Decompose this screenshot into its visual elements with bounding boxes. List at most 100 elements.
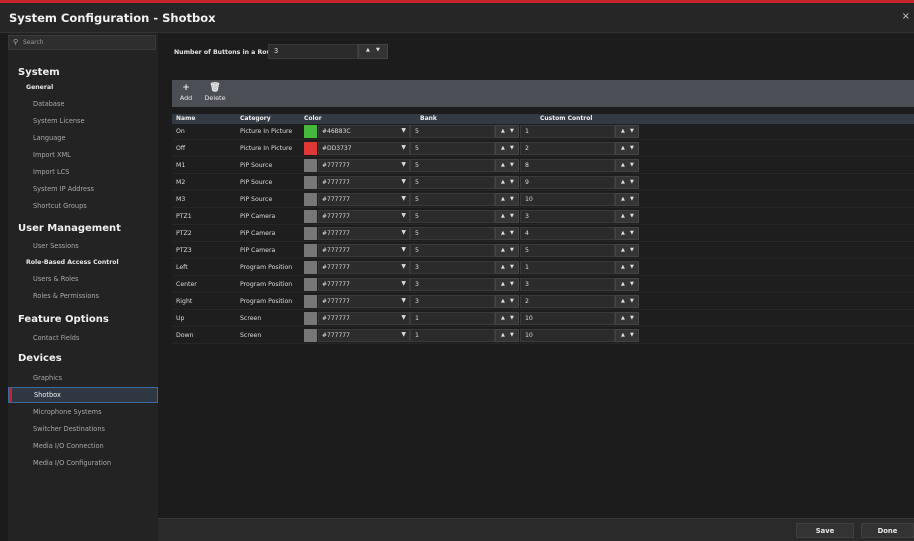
custom-control-input[interactable]: 10 — [520, 312, 615, 325]
custom-control-input[interactable]: 3 — [520, 210, 615, 223]
bank-input[interactable]: 1 — [410, 312, 495, 325]
arrow-down-icon[interactable]: ▼ — [510, 230, 514, 236]
custom-control-stepper[interactable]: ▲ ▼ — [615, 244, 639, 257]
bank-input[interactable]: 5 — [410, 176, 495, 189]
col-name[interactable]: Name — [176, 115, 195, 122]
custom-control-input[interactable]: 8 — [520, 159, 615, 172]
sidebar-item-contact-fields[interactable]: Contact Fields — [8, 330, 158, 346]
arrow-up-icon[interactable]: ▲ — [501, 128, 505, 134]
arrow-up-icon[interactable]: ▲ — [621, 230, 625, 236]
arrow-up-icon[interactable]: ▲ — [621, 315, 625, 321]
sidebar-item-import-lcs[interactable]: Import LCS — [8, 164, 158, 180]
custom-control-input[interactable]: 2 — [520, 295, 615, 308]
custom-control-stepper[interactable]: ▲ ▼ — [615, 227, 639, 240]
arrow-up-icon[interactable]: ▲ — [501, 162, 505, 168]
arrow-up-icon[interactable]: ▲ — [621, 247, 625, 253]
arrow-down-icon[interactable]: ▼ — [510, 213, 514, 219]
bank-input[interactable]: 5 — [410, 159, 495, 172]
bank-input[interactable]: 5 — [410, 125, 495, 138]
sidebar-item-shortcut-groups[interactable]: Shortcut Groups — [8, 198, 158, 214]
arrow-up-icon[interactable]: ▲ — [621, 213, 625, 219]
arrow-up-icon[interactable]: ▲ — [501, 332, 505, 338]
bank-stepper[interactable]: ▲ ▼ — [495, 210, 519, 223]
custom-control-stepper[interactable]: ▲ ▼ — [615, 329, 639, 342]
color-dropdown[interactable]: #777777 ▼ — [318, 329, 410, 342]
custom-control-input[interactable]: 10 — [520, 193, 615, 206]
bank-input[interactable]: 3 — [410, 261, 495, 274]
arrow-up-icon[interactable]: ▲ — [501, 230, 505, 236]
col-category[interactable]: Category — [240, 115, 271, 122]
custom-control-stepper[interactable]: ▲ ▼ — [615, 278, 639, 291]
col-custom-control[interactable]: Custom Control — [540, 115, 592, 122]
arrow-up-icon[interactable]: ▲ — [501, 315, 505, 321]
arrow-down-icon[interactable]: ▼ — [510, 264, 514, 270]
custom-control-input[interactable]: 3 — [520, 278, 615, 291]
color-swatch[interactable] — [304, 329, 317, 342]
arrow-down-icon[interactable]: ▼ — [630, 281, 634, 287]
buttons-per-row-input[interactable]: 3 — [268, 44, 358, 59]
color-dropdown[interactable]: #DD3737 ▼ — [318, 142, 410, 155]
bank-input[interactable]: 5 — [410, 193, 495, 206]
arrow-down-icon[interactable]: ▼ — [510, 281, 514, 287]
color-swatch[interactable] — [304, 193, 317, 206]
custom-control-stepper[interactable]: ▲ ▼ — [615, 312, 639, 325]
color-dropdown[interactable]: #777777 ▼ — [318, 210, 410, 223]
arrow-up-icon[interactable]: ▲ — [621, 145, 625, 151]
arrow-up-icon[interactable]: ▲ — [501, 196, 505, 202]
sidebar-item-database[interactable]: Database — [8, 96, 158, 112]
arrow-down-icon[interactable]: ▼ — [510, 179, 514, 185]
arrow-up-icon[interactable]: ▲ — [621, 298, 625, 304]
custom-control-input[interactable]: 10 — [520, 329, 615, 342]
search-box[interactable]: ⚲ — [8, 35, 156, 50]
arrow-up-icon[interactable]: ▲ — [501, 179, 505, 185]
add-button[interactable]: + Add — [178, 83, 194, 102]
arrow-up-icon[interactable]: ▲ — [621, 196, 625, 202]
custom-control-input[interactable]: 4 — [520, 227, 615, 240]
arrow-down-icon[interactable]: ▼ — [630, 315, 634, 321]
sidebar-item-import-xml[interactable]: Import XML — [8, 147, 158, 163]
close-icon[interactable]: × — [902, 11, 910, 22]
arrow-down-icon[interactable]: ▼ — [630, 128, 634, 134]
color-swatch[interactable] — [304, 312, 317, 325]
bank-stepper[interactable]: ▲ ▼ — [495, 329, 519, 342]
custom-control-input[interactable]: 1 — [520, 125, 615, 138]
done-button[interactable]: Done — [861, 523, 914, 538]
color-swatch[interactable] — [304, 278, 317, 291]
color-swatch[interactable] — [304, 159, 317, 172]
sidebar-item-language[interactable]: Language — [8, 130, 158, 146]
custom-control-input[interactable]: 1 — [520, 261, 615, 274]
color-dropdown[interactable]: #777777 ▼ — [318, 295, 410, 308]
bank-stepper[interactable]: ▲ ▼ — [495, 261, 519, 274]
color-swatch[interactable] — [304, 244, 317, 257]
custom-control-stepper[interactable]: ▲ ▼ — [615, 295, 639, 308]
arrow-up-icon[interactable]: ▲ — [501, 247, 505, 253]
arrow-down-icon[interactable]: ▼ — [630, 298, 634, 304]
arrow-up-icon[interactable]: ▲ — [366, 47, 370, 53]
arrow-down-icon[interactable]: ▼ — [630, 213, 634, 219]
bank-stepper[interactable]: ▲ ▼ — [495, 125, 519, 138]
bank-input[interactable]: 5 — [410, 142, 495, 155]
arrow-up-icon[interactable]: ▲ — [501, 213, 505, 219]
arrow-down-icon[interactable]: ▼ — [630, 264, 634, 270]
arrow-down-icon[interactable]: ▼ — [630, 162, 634, 168]
color-dropdown[interactable]: #777777 ▼ — [318, 244, 410, 257]
search-input[interactable] — [23, 37, 153, 48]
arrow-down-icon[interactable]: ▼ — [630, 230, 634, 236]
bank-input[interactable]: 5 — [410, 210, 495, 223]
bank-stepper[interactable]: ▲ ▼ — [495, 159, 519, 172]
custom-control-stepper[interactable]: ▲ ▼ — [615, 193, 639, 206]
color-dropdown[interactable]: #46B83C ▼ — [318, 125, 410, 138]
arrow-up-icon[interactable]: ▲ — [501, 298, 505, 304]
arrow-down-icon[interactable]: ▼ — [630, 247, 634, 253]
arrow-up-icon[interactable]: ▲ — [501, 281, 505, 287]
arrow-up-icon[interactable]: ▲ — [621, 332, 625, 338]
arrow-down-icon[interactable]: ▼ — [510, 298, 514, 304]
bank-input[interactable]: 3 — [410, 278, 495, 291]
sidebar-item-microphone-systems[interactable]: Microphone Systems — [8, 404, 158, 420]
color-dropdown[interactable]: #777777 ▼ — [318, 176, 410, 189]
arrow-down-icon[interactable]: ▼ — [630, 196, 634, 202]
arrow-down-icon[interactable]: ▼ — [510, 247, 514, 253]
arrow-down-icon[interactable]: ▼ — [376, 47, 380, 53]
bank-input[interactable]: 5 — [410, 227, 495, 240]
sidebar-item-media-i-o-configuration[interactable]: Media I/O Configuration — [8, 455, 158, 471]
